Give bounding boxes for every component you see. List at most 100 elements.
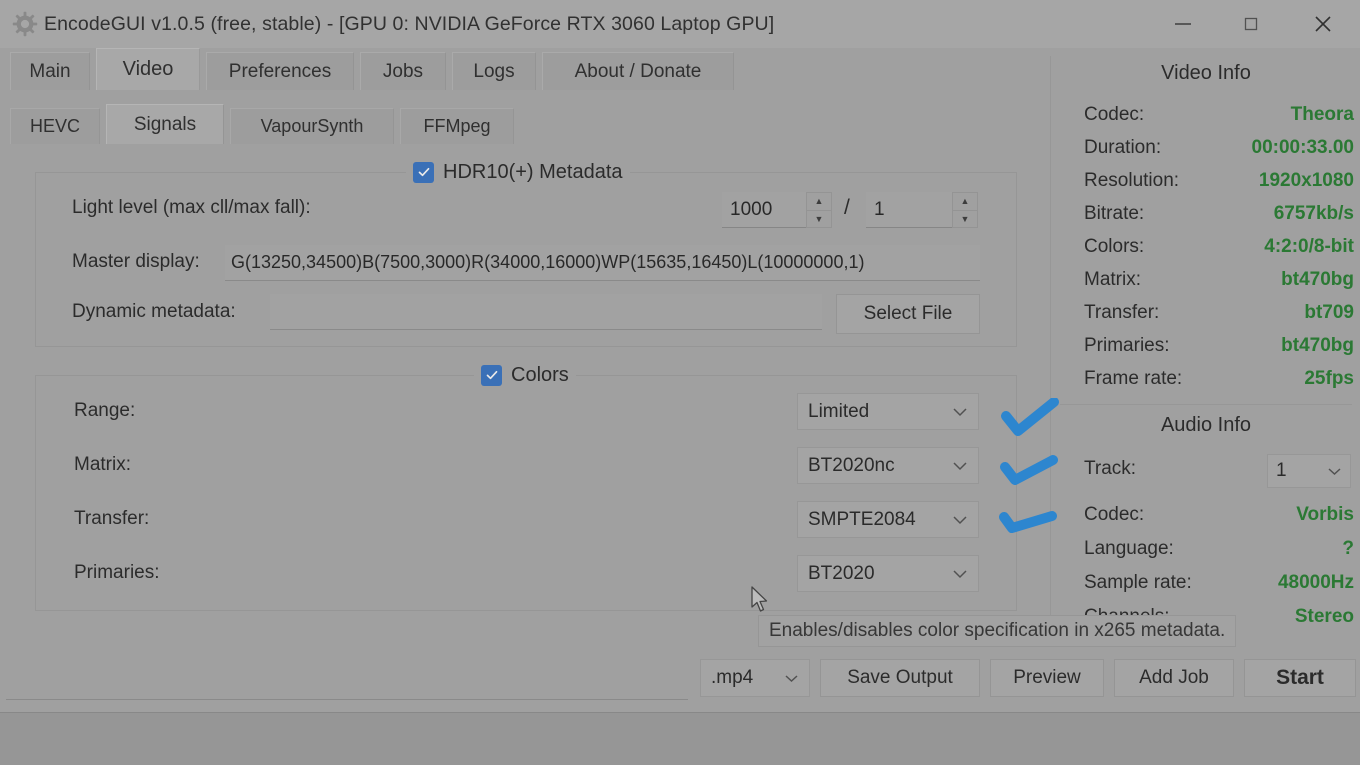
video-bitrate-key: Bitrate:: [1084, 202, 1145, 224]
select-file-label: Select File: [863, 303, 953, 324]
max-fall-increment-icon[interactable]: ▲: [953, 193, 977, 211]
save-output-button[interactable]: Save Output: [820, 659, 980, 697]
range-dropdown[interactable]: Limited: [797, 393, 979, 430]
subtab-vapoursynth[interactable]: VapourSynth: [230, 108, 394, 144]
matrix-value: BT2020nc: [808, 454, 895, 476]
video-duration-key: Duration:: [1084, 136, 1162, 158]
audio-samplerate-key: Sample rate:: [1084, 571, 1192, 593]
status-bar: [0, 712, 1360, 765]
video-info-row-codec: Codec: Theora: [1084, 98, 1354, 131]
audio-info-row-codec: Codec: Vorbis: [1084, 498, 1354, 531]
video-resolution-key: Resolution:: [1084, 169, 1180, 191]
container-format-value: .mp4: [711, 667, 754, 688]
primaries-value: BT2020: [808, 562, 875, 584]
tab-logs[interactable]: Logs: [452, 52, 536, 90]
chevron-down-icon: [952, 407, 968, 417]
tab-logs-label: Logs: [473, 60, 515, 82]
max-fall-spin-buttons[interactable]: ▲ ▼: [952, 192, 978, 228]
title-bar: EncodeGUI v1.0.5 (free, stable) - [GPU 0…: [0, 0, 1360, 48]
video-transfer-value: bt709: [1304, 301, 1354, 323]
panel-separator: [1050, 56, 1051, 628]
audio-language-key: Language:: [1084, 537, 1174, 559]
max-cll-stepper[interactable]: 1000 ▲ ▼: [722, 192, 832, 228]
hdr10-metadata-checkbox[interactable]: [413, 161, 434, 183]
master-display-input[interactable]: [225, 245, 980, 281]
video-primaries-key: Primaries:: [1084, 334, 1170, 356]
colors-group-title: Colors: [511, 363, 569, 386]
video-bitrate-value: 6757kb/s: [1273, 202, 1354, 224]
tab-preferences[interactable]: Preferences: [206, 52, 354, 90]
video-colors-value: 4:2:0/8-bit: [1264, 235, 1354, 257]
colors-checkbox[interactable]: [481, 364, 502, 386]
preview-button[interactable]: Preview: [990, 659, 1104, 697]
video-codec-key: Codec:: [1084, 103, 1145, 125]
tab-video[interactable]: Video: [96, 48, 200, 90]
video-info-row-primaries: Primaries: bt470bg: [1084, 329, 1354, 362]
primaries-dropdown[interactable]: BT2020: [797, 555, 979, 592]
audio-info-row-samplerate: Sample rate: 48000Hz: [1084, 566, 1354, 599]
video-resolution-value: 1920x1080: [1258, 169, 1354, 191]
audio-language-value: ?: [1342, 537, 1354, 559]
matrix-label: Matrix:: [74, 454, 131, 475]
output-path-input[interactable]: [6, 656, 688, 700]
max-fall-decrement-icon[interactable]: ▼: [953, 211, 977, 228]
light-level-label: Light level (max cll/max fall):: [72, 197, 311, 218]
chevron-down-icon: [952, 515, 968, 525]
add-job-label: Add Job: [1139, 667, 1209, 688]
transfer-label: Transfer:: [74, 508, 150, 529]
audio-codec-key: Codec:: [1084, 503, 1145, 525]
subtab-ffmpeg[interactable]: FFMpeg: [400, 108, 514, 144]
max-cll-decrement-icon[interactable]: ▼: [807, 211, 831, 228]
minimize-icon[interactable]: [1150, 0, 1216, 48]
max-cll-value[interactable]: 1000: [722, 192, 806, 228]
window-controls: [1150, 0, 1360, 48]
video-info-row-bitrate: Bitrate: 6757kb/s: [1084, 197, 1354, 230]
transfer-value: SMPTE2084: [808, 508, 916, 530]
subtab-hevc[interactable]: HEVC: [10, 108, 100, 144]
primaries-label: Primaries:: [74, 562, 160, 583]
chevron-down-icon: [952, 569, 968, 579]
application-window: EncodeGUI v1.0.5 (free, stable) - [GPU 0…: [0, 0, 1360, 765]
max-cll-spin-buttons[interactable]: ▲ ▼: [806, 192, 832, 228]
video-info-row-matrix: Matrix: bt470bg: [1084, 263, 1354, 296]
hdr10-group-title: HDR10(+) Metadata: [443, 160, 623, 183]
transfer-dropdown[interactable]: SMPTE2084: [797, 501, 979, 538]
tooltip: Enables/disables color specification in …: [758, 615, 1237, 647]
tab-about-donate[interactable]: About / Donate: [542, 52, 734, 90]
dynamic-metadata-input[interactable]: [270, 294, 822, 330]
range-value: Limited: [808, 400, 870, 422]
master-display-label: Master display:: [72, 251, 200, 272]
matrix-dropdown[interactable]: BT2020nc: [797, 447, 979, 484]
container-format-dropdown[interactable]: .mp4: [700, 659, 810, 697]
audio-channels-value: Stereo: [1294, 605, 1354, 627]
subtab-signals[interactable]: Signals: [106, 104, 224, 144]
tab-main[interactable]: Main: [10, 52, 90, 90]
close-icon[interactable]: [1286, 0, 1360, 48]
info-panel: Video Info Codec: Theora Duration: 00:00…: [1052, 56, 1360, 628]
chevron-down-icon: [784, 674, 799, 683]
audio-track-dropdown[interactable]: 1: [1267, 454, 1351, 488]
start-label: Start: [1276, 666, 1324, 689]
save-output-label: Save Output: [847, 667, 953, 688]
maximize-icon[interactable]: [1216, 0, 1286, 48]
audio-codec-value: Vorbis: [1296, 503, 1354, 525]
max-fall-stepper[interactable]: 1 ▲ ▼: [866, 192, 978, 228]
add-job-button[interactable]: Add Job: [1114, 659, 1234, 697]
chevron-down-icon: [1327, 467, 1342, 476]
subtab-hevc-label: HEVC: [29, 116, 80, 136]
start-button[interactable]: Start: [1244, 659, 1356, 697]
select-file-button[interactable]: Select File: [836, 294, 980, 334]
secondary-tab-strip: HEVC Signals VapourSynth FFMpeg: [10, 104, 1030, 144]
tab-preferences-label: Preferences: [228, 60, 332, 82]
tab-about-donate-label: About / Donate: [574, 60, 702, 82]
video-info-row-resolution: Resolution: 1920x1080: [1084, 164, 1354, 197]
tab-jobs[interactable]: Jobs: [360, 52, 446, 90]
max-cll-increment-icon[interactable]: ▲: [807, 193, 831, 211]
max-fall-value[interactable]: 1: [866, 192, 952, 228]
audio-samplerate-value: 48000Hz: [1277, 571, 1354, 593]
gear-icon: [10, 9, 40, 39]
video-matrix-key: Matrix:: [1084, 268, 1141, 290]
subtab-vapoursynth-label: VapourSynth: [260, 116, 364, 136]
mouse-cursor: [751, 586, 768, 612]
subtab-signals-label: Signals: [133, 113, 197, 135]
